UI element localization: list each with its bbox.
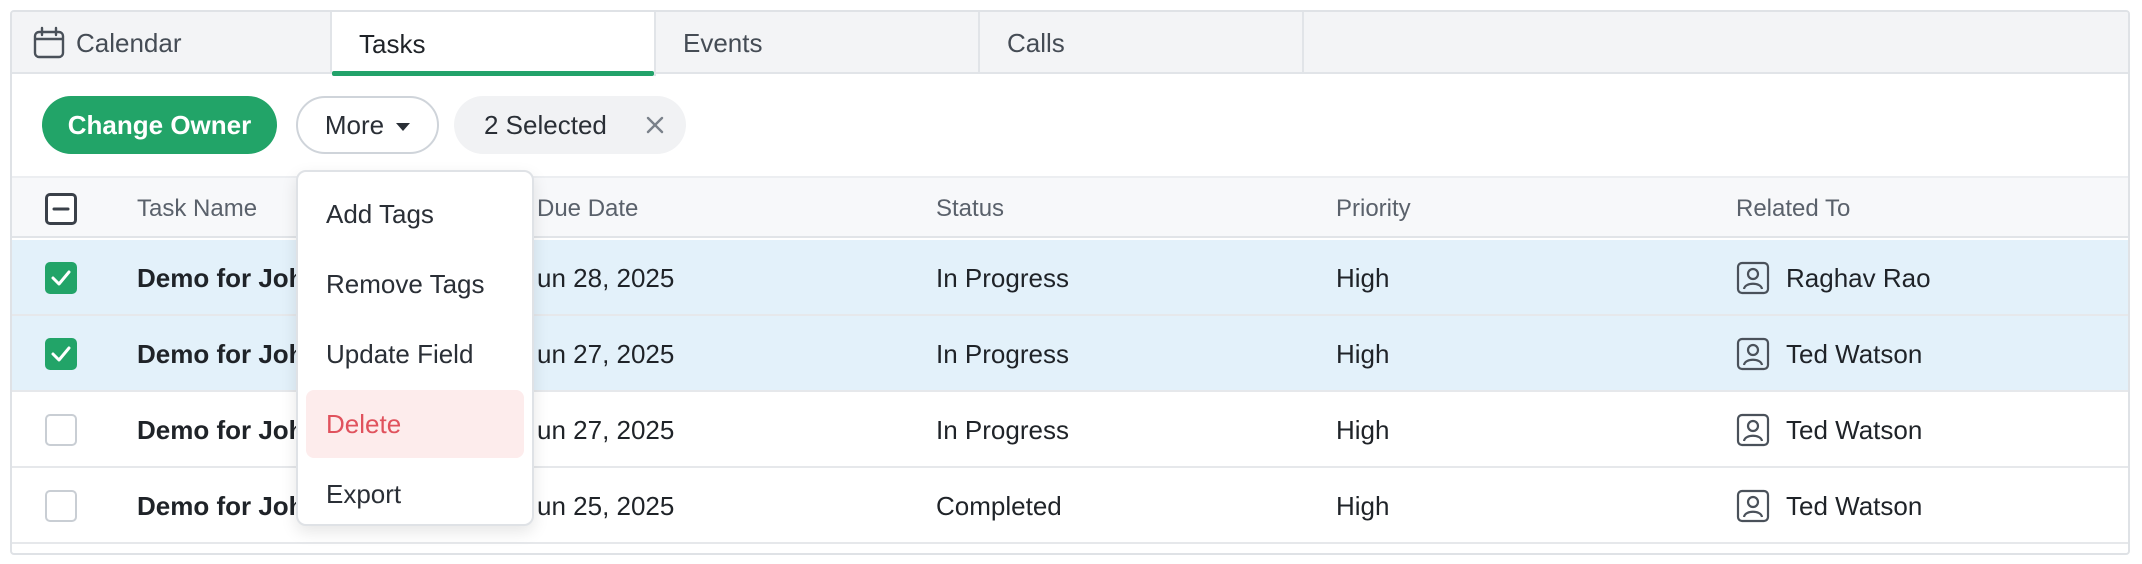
- caret-down-icon: [396, 122, 411, 131]
- column-header-status[interactable]: Status: [936, 178, 1004, 240]
- menu-item-update-field[interactable]: Update Field: [306, 320, 524, 388]
- tab-calls-label: Calls: [1007, 27, 1065, 58]
- task-name-link[interactable]: Demo for Joh: [137, 316, 305, 392]
- more-dropdown-button[interactable]: More: [296, 96, 439, 154]
- selection-chip: 2 Selected: [454, 96, 686, 154]
- related-to-name: Raghav Rao: [1786, 262, 1931, 293]
- tab-calendar-label: Calendar: [76, 27, 182, 58]
- minus-icon: [52, 207, 70, 211]
- tab-events[interactable]: Events: [656, 12, 980, 74]
- related-to-name: Ted Watson: [1786, 338, 1923, 369]
- column-header-due-date[interactable]: Due Date: [537, 178, 638, 240]
- related-to[interactable]: Ted Watson: [1736, 392, 1922, 468]
- tab-tasks[interactable]: Tasks: [332, 12, 656, 76]
- due-date: un 28, 2025: [537, 262, 675, 293]
- more-button-label: More: [324, 109, 385, 140]
- row-checkbox[interactable]: [45, 414, 77, 446]
- related-to-name: Ted Watson: [1786, 414, 1923, 445]
- status: In Progress: [936, 338, 1069, 369]
- due-date: un 27, 2025: [537, 414, 675, 445]
- related-to[interactable]: Ted Watson: [1736, 316, 1922, 392]
- column-header-priority[interactable]: Priority: [1336, 178, 1411, 240]
- menu-item-delete[interactable]: Delete: [306, 390, 524, 458]
- select-all-checkbox[interactable]: [45, 193, 77, 225]
- tab-events-label: Events: [683, 27, 763, 58]
- close-icon[interactable]: [642, 112, 668, 138]
- row-checkbox[interactable]: [45, 262, 77, 294]
- related-to[interactable]: Raghav Rao: [1736, 240, 1931, 316]
- priority: High: [1336, 338, 1390, 369]
- priority: High: [1336, 262, 1390, 293]
- task-name-link[interactable]: Demo for Joh: [137, 468, 305, 544]
- related-to[interactable]: Ted Watson: [1736, 468, 1922, 544]
- task-name-link[interactable]: Demo for Joh: [137, 240, 305, 316]
- status: In Progress: [936, 262, 1069, 293]
- task-name-link[interactable]: Demo for Joh: [137, 392, 305, 468]
- tab-calendar[interactable]: Calendar: [12, 12, 332, 74]
- due-date: un 27, 2025: [537, 338, 675, 369]
- tasks-panel: Calendar Tasks Events Calls Change Owner…: [10, 10, 2130, 555]
- change-owner-button[interactable]: Change Owner: [42, 96, 277, 154]
- tab-tasks-label: Tasks: [359, 28, 426, 59]
- contact-icon: [1736, 337, 1770, 371]
- module-tabs: Calendar Tasks Events Calls: [12, 12, 2128, 76]
- contact-icon: [1736, 261, 1770, 295]
- more-actions-menu: Add Tags Remove Tags Update Field Delete…: [296, 170, 534, 526]
- status: Completed: [936, 490, 1062, 521]
- selected-count-label: 2 Selected: [484, 109, 607, 140]
- check-icon: [51, 346, 71, 362]
- column-header-related-to[interactable]: Related To: [1736, 178, 1850, 240]
- contact-icon: [1736, 413, 1770, 447]
- priority: High: [1336, 414, 1390, 445]
- contact-icon: [1736, 489, 1770, 523]
- check-icon: [51, 270, 71, 286]
- menu-item-add-tags[interactable]: Add Tags: [306, 180, 524, 248]
- column-header-task-name[interactable]: Task Name: [137, 178, 257, 240]
- priority: High: [1336, 490, 1390, 521]
- due-date: un 25, 2025: [537, 490, 675, 521]
- calendar-icon: [33, 26, 65, 59]
- menu-item-export[interactable]: Export: [306, 460, 524, 528]
- row-checkbox[interactable]: [45, 490, 77, 522]
- related-to-name: Ted Watson: [1786, 490, 1923, 521]
- menu-item-remove-tags[interactable]: Remove Tags: [306, 250, 524, 318]
- tab-calls[interactable]: Calls: [980, 12, 1304, 74]
- status: In Progress: [936, 414, 1069, 445]
- row-checkbox[interactable]: [45, 338, 77, 370]
